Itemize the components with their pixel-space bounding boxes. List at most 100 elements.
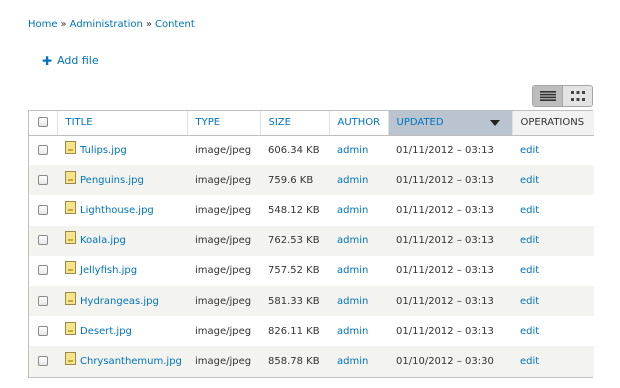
list-view-button[interactable] [533,86,562,106]
author-cell: admin [329,316,388,347]
file-title-link[interactable]: Chrysanthemum.jpg [80,356,182,367]
operations-cell: edit [512,225,594,256]
column-header-type[interactable]: TYPE [187,111,261,136]
add-file-label: Add file [57,54,99,67]
breadcrumb-separator: » [145,19,152,30]
row-checkbox[interactable] [38,235,48,246]
row-checkbox-cell [29,255,57,286]
author-link[interactable]: admin [337,235,368,246]
file-title-link[interactable]: Koala.jpg [80,235,126,246]
row-checkbox[interactable] [38,265,48,276]
type-cell: image/jpeg [187,316,260,347]
title-cell: Chrysanthemum.jpg [57,346,187,377]
updated-cell: 01/11/2012 – 03:13 [388,195,512,226]
select-all-checkbox[interactable] [37,117,48,128]
image-file-icon [65,291,76,305]
edit-link[interactable]: edit [520,235,539,246]
author-link[interactable]: admin [337,265,368,276]
column-header-title[interactable]: TITLE [57,111,188,136]
title-cell: Jellyfish.jpg [57,255,187,286]
row-checkbox[interactable] [38,204,48,215]
breadcrumb-administration[interactable]: Administration [70,19,143,30]
table-row: Hydrangeas.jpg image/jpeg 581.33 KB admi… [29,285,594,317]
breadcrumb-home[interactable]: Home [28,19,58,30]
title-cell: Tulips.jpg [57,135,187,166]
file-title-link[interactable]: Desert.jpg [80,326,132,337]
edit-link[interactable]: edit [520,265,539,276]
operations-cell: edit [512,135,594,166]
author-link[interactable]: admin [337,296,368,307]
type-cell: image/jpeg [187,255,260,286]
author-cell: admin [329,285,388,317]
sort-descending-icon [489,120,500,126]
author-cell: admin [329,346,388,377]
add-file-link[interactable]: ✚ Add file [42,54,99,67]
file-title-link[interactable]: Penguins.jpg [80,175,144,186]
operations-cell: edit [512,255,594,286]
row-checkbox-cell [29,195,57,226]
file-title-link[interactable]: Jellyfish.jpg [80,265,137,276]
author-link[interactable]: admin [337,326,368,337]
table-row: Tulips.jpg image/jpeg 606.34 KB admin 01… [29,135,594,166]
file-title-link[interactable]: Tulips.jpg [80,145,127,156]
operations-cell: edit [512,195,594,226]
operations-cell: edit [512,285,594,317]
size-cell: 826.11 KB [260,316,329,347]
table-row: Desert.jpg image/jpeg 826.11 KB admin 01… [29,316,594,347]
updated-cell: 01/10/2012 – 03:30 [388,346,512,377]
updated-cell: 01/11/2012 – 03:13 [388,165,512,196]
author-cell: admin [329,135,388,166]
author-link[interactable]: admin [337,205,368,216]
title-cell: Koala.jpg [57,225,187,256]
author-link[interactable]: admin [337,356,368,367]
file-title-link[interactable]: Hydrangeas.jpg [80,296,159,307]
edit-link[interactable]: edit [520,145,539,156]
column-header-author[interactable]: AUTHOR [329,111,389,136]
breadcrumb: Home» Administration» Content [28,19,195,30]
size-cell: 858.78 KB [260,346,329,377]
operations-cell: edit [512,346,594,377]
author-link[interactable]: admin [337,175,368,186]
row-checkbox-cell [29,346,57,377]
updated-cell: 01/11/2012 – 03:13 [388,316,512,347]
list-view-icon [539,91,556,101]
type-cell: image/jpeg [187,285,260,317]
updated-cell: 01/11/2012 – 03:13 [388,225,512,256]
row-checkbox-cell [29,225,57,256]
edit-link[interactable]: edit [520,296,539,307]
size-cell: 757.52 KB [260,255,329,286]
size-cell: 759.6 KB [260,165,329,196]
table-row: Jellyfish.jpg image/jpeg 757.52 KB admin… [29,255,594,286]
operations-cell: edit [512,316,594,347]
title-cell: Penguins.jpg [57,165,187,196]
image-file-icon [65,140,76,154]
column-header-size[interactable]: SIZE [260,111,330,136]
title-cell: Hydrangeas.jpg [57,285,187,317]
edit-link[interactable]: edit [520,356,539,367]
row-checkbox[interactable] [38,295,48,306]
breadcrumb-content[interactable]: Content [155,19,195,30]
view-toggle [532,85,593,107]
row-checkbox[interactable] [38,355,48,366]
author-link[interactable]: admin [337,145,368,156]
row-checkbox[interactable] [38,325,48,336]
row-checkbox[interactable] [38,144,48,155]
author-cell: admin [329,255,388,286]
author-cell: admin [329,225,388,256]
updated-cell: 01/11/2012 – 03:13 [388,255,512,286]
edit-link[interactable]: edit [520,326,539,337]
edit-link[interactable]: edit [520,175,539,186]
breadcrumb-separator: » [60,19,67,30]
edit-link[interactable]: edit [520,205,539,216]
grid-view-button[interactable] [562,86,592,106]
image-file-icon [65,321,76,335]
type-cell: image/jpeg [187,165,260,196]
image-file-icon [65,261,76,275]
row-checkbox[interactable] [38,174,48,185]
type-cell: image/jpeg [187,346,260,377]
author-cell: admin [329,165,388,196]
file-title-link[interactable]: Lighthouse.jpg [80,205,154,216]
table-row: Koala.jpg image/jpeg 762.53 KB admin 01/… [29,225,594,256]
table-row: Penguins.jpg image/jpeg 759.6 KB admin 0… [29,165,594,196]
column-header-updated[interactable]: UPDATED [388,111,513,136]
